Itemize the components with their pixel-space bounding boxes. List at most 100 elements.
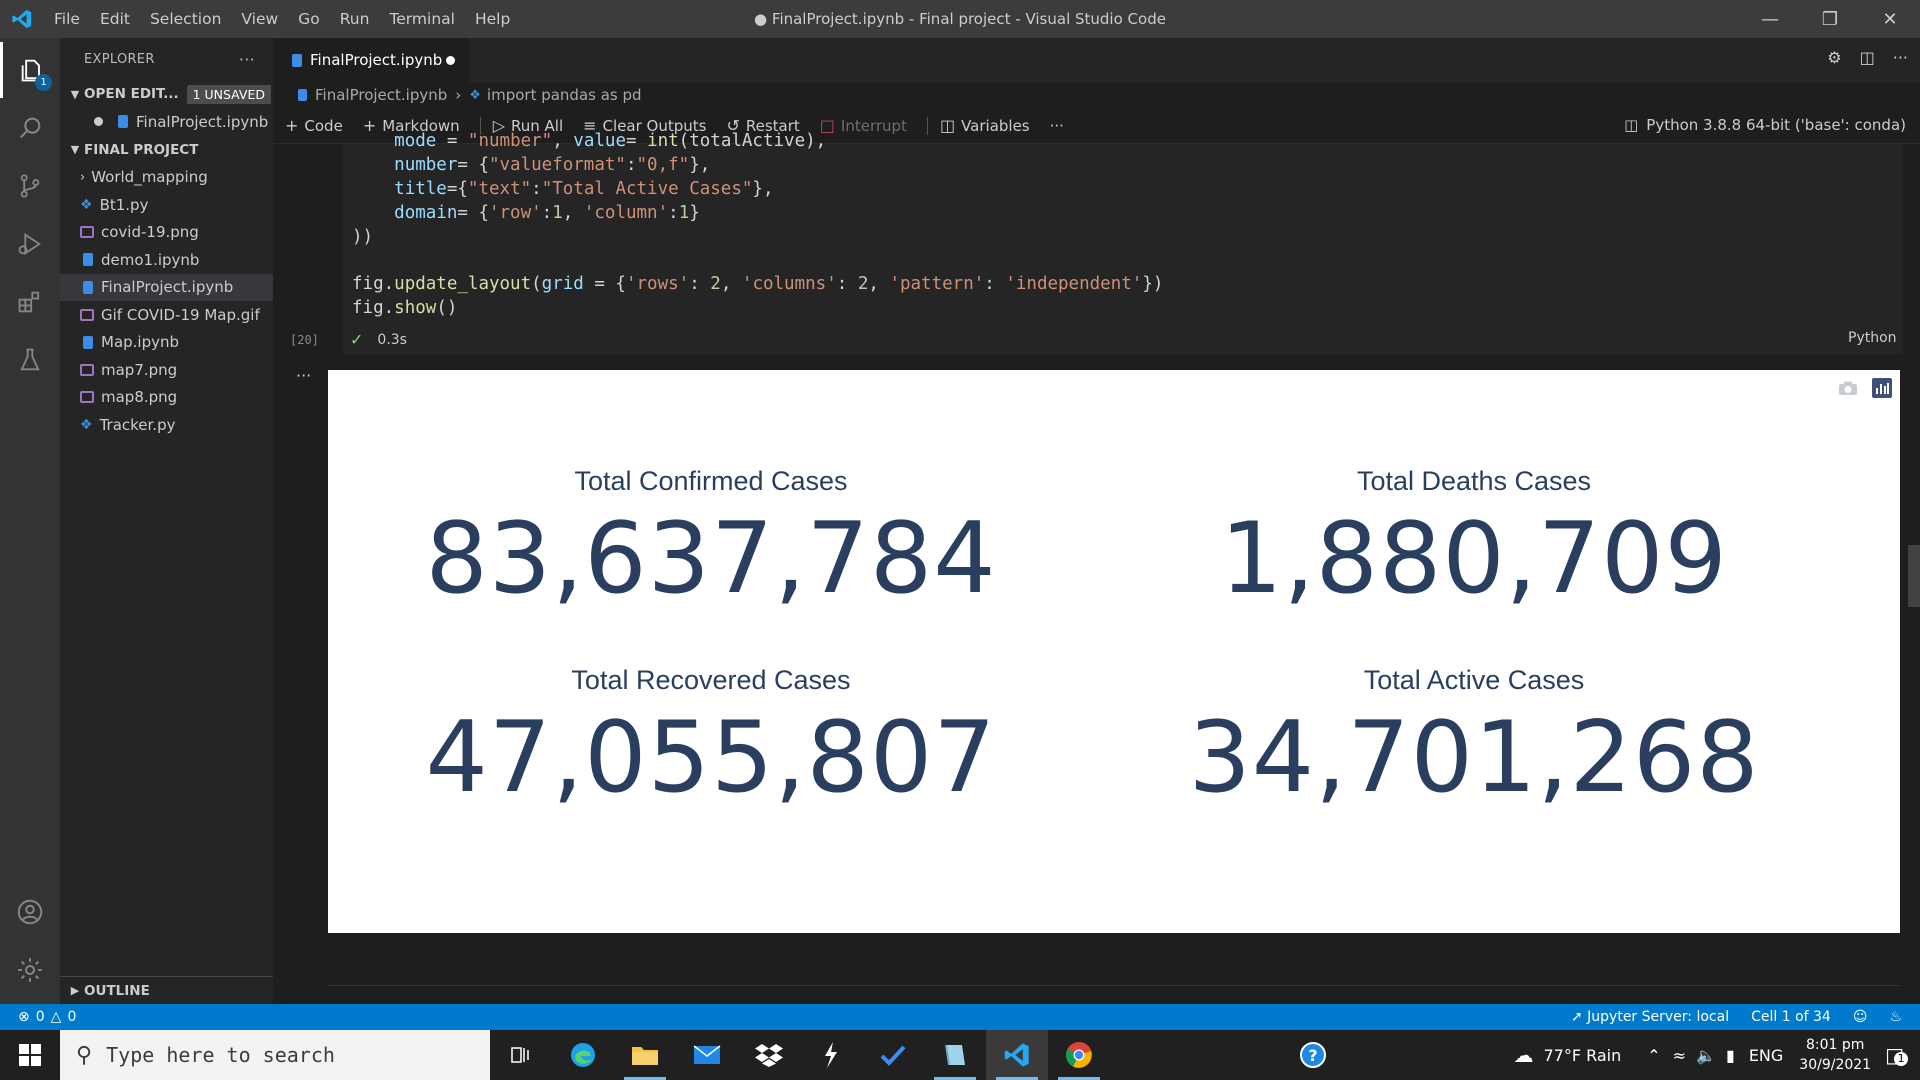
add-code-button[interactable]: + Code bbox=[285, 116, 343, 135]
edge-browser-icon[interactable] bbox=[552, 1030, 614, 1080]
file-tree-item[interactable]: Map.ipynb bbox=[60, 329, 273, 357]
menu-run[interactable]: Run bbox=[330, 10, 380, 28]
file-tree-item[interactable]: Gif COVID-19 Map.gif bbox=[60, 301, 273, 329]
weather-label[interactable]: 77°F Rain bbox=[1543, 1046, 1621, 1065]
window-controls: — ❐ ✕ bbox=[1740, 0, 1920, 38]
file-explorer-icon[interactable] bbox=[614, 1030, 676, 1080]
code-cell[interactable] bbox=[273, 144, 1920, 354]
project-section[interactable]: ▼ FINAL PROJECT bbox=[60, 136, 273, 164]
output-more-icon[interactable]: ··· bbox=[296, 366, 311, 385]
notes-app-icon[interactable] bbox=[924, 1030, 986, 1080]
vscode-logo-icon bbox=[0, 0, 44, 38]
tab-finalproject[interactable]: FinalProject.ipynb bbox=[273, 38, 469, 82]
volume-icon[interactable]: 🔈 bbox=[1696, 1046, 1716, 1065]
open-editor-item[interactable]: FinalProject.ipynb bbox=[60, 108, 273, 136]
code-cell-editor[interactable] bbox=[343, 144, 1903, 354]
accounts-icon[interactable] bbox=[0, 884, 60, 940]
menu-help[interactable]: Help bbox=[465, 10, 520, 28]
cell-position[interactable]: Cell 1 of 34 bbox=[1751, 1009, 1831, 1025]
file-tree-item[interactable]: covid-19.png bbox=[60, 219, 273, 247]
windows-start-icon[interactable] bbox=[0, 1030, 60, 1080]
menu-file[interactable]: File bbox=[44, 10, 90, 28]
help-icon[interactable]: ? bbox=[1282, 1030, 1344, 1080]
source-control-icon[interactable] bbox=[0, 158, 60, 214]
task-view-icon[interactable] bbox=[490, 1030, 552, 1080]
search-icon[interactable] bbox=[0, 100, 60, 156]
success-check-icon: ✓ bbox=[350, 330, 364, 349]
settings-gear-icon[interactable]: ⚙ bbox=[1827, 48, 1841, 67]
file-tree-item[interactable]: ❖ Tracker.py bbox=[60, 411, 273, 439]
variables-button[interactable]: ◫ Variables bbox=[940, 116, 1030, 135]
run-debug-icon[interactable] bbox=[0, 216, 60, 272]
file-tree-item[interactable]: map8.png bbox=[60, 384, 273, 412]
file-tree-label: Bt1.py bbox=[99, 195, 149, 214]
dropbox-icon[interactable] bbox=[738, 1030, 800, 1080]
breadcrumb-file[interactable]: FinalProject.ipynb bbox=[315, 86, 447, 104]
minimize-icon[interactable]: — bbox=[1740, 0, 1800, 38]
file-tree-item[interactable]: map7.png bbox=[60, 356, 273, 384]
system-tray: ☁ 77°F Rain ⌃ ≈ 🔈 ▮ ENG 8:01 pm 30/9/202… bbox=[1513, 1035, 1920, 1075]
cell-language[interactable]: Python bbox=[1848, 330, 1897, 346]
network-icon[interactable]: ≈ bbox=[1673, 1046, 1686, 1065]
restore-icon[interactable]: ❐ bbox=[1800, 0, 1860, 38]
camera-icon[interactable] bbox=[1838, 380, 1858, 396]
problems-indicator[interactable]: ⊗ 0 △ 0 bbox=[0, 1009, 76, 1025]
menu-edit[interactable]: Edit bbox=[90, 10, 140, 28]
battery-icon[interactable]: ▮ bbox=[1726, 1046, 1735, 1065]
vscode-taskbar-icon[interactable] bbox=[986, 1030, 1048, 1080]
weather-rain-icon[interactable]: ☁ bbox=[1513, 1043, 1533, 1067]
menu-go[interactable]: Go bbox=[288, 10, 330, 28]
interrupt-button[interactable]: □ Interrupt bbox=[820, 116, 907, 135]
file-tree-item[interactable]: FinalProject.ipynb bbox=[60, 273, 273, 301]
toolbar-more-icon[interactable]: ··· bbox=[1050, 117, 1064, 135]
file-tree-item[interactable]: demo1.ipynb bbox=[60, 246, 273, 274]
editor-scrollbar[interactable] bbox=[1908, 545, 1920, 607]
language-indicator[interactable]: ENG bbox=[1749, 1046, 1783, 1065]
feedback-icon[interactable]: ☺ bbox=[1853, 1009, 1868, 1025]
extensions-icon[interactable] bbox=[0, 274, 60, 330]
mail-icon[interactable] bbox=[676, 1030, 738, 1080]
plotly-output[interactable]: Total Confirmed Cases 83,637,784 Total D… bbox=[328, 370, 1900, 933]
breadcrumb-cell[interactable]: import pandas as pd bbox=[487, 86, 642, 104]
kernel-picker[interactable]: ◫ Python 3.8.8 64-bit ('base': conda) bbox=[1624, 116, 1906, 134]
image-file-icon bbox=[80, 308, 94, 321]
clock-date: 30/9/2021 bbox=[1799, 1057, 1872, 1073]
manage-gear-icon[interactable] bbox=[0, 942, 60, 998]
file-tree-item[interactable]: ❖ Bt1.py bbox=[60, 191, 273, 219]
variables-label: Variables bbox=[961, 116, 1030, 135]
code-line: fig.show() bbox=[352, 298, 458, 318]
editor-tabs: FinalProject.ipynb ⚙ ◫ ··· bbox=[273, 38, 1920, 82]
menu-view[interactable]: View bbox=[231, 10, 288, 28]
testing-icon[interactable] bbox=[0, 332, 60, 388]
chevron-up-icon[interactable]: ⌃ bbox=[1647, 1046, 1660, 1065]
image-file-icon bbox=[80, 363, 94, 376]
close-icon[interactable]: ✕ bbox=[1860, 0, 1920, 38]
outline-section[interactable]: ▶ OUTLINE bbox=[60, 976, 273, 1004]
unsaved-badge: 1 UNSAVED bbox=[186, 84, 271, 104]
explorer-icon[interactable]: 1 bbox=[0, 42, 60, 98]
split-editor-icon[interactable]: ◫ bbox=[1860, 48, 1875, 67]
indicator-value: 47,055,807 bbox=[425, 701, 997, 815]
file-tree-item[interactable]: › World_mapping bbox=[60, 164, 273, 192]
open-editors-section[interactable]: ▼ OPEN EDIT... 1 UNSAVED bbox=[60, 80, 273, 108]
unsaved-dot-icon[interactable] bbox=[94, 117, 103, 127]
modified-dot-icon[interactable] bbox=[446, 55, 455, 65]
indicator-value: 83,637,784 bbox=[425, 502, 997, 616]
menu-selection[interactable]: Selection bbox=[140, 10, 231, 28]
menu-terminal[interactable]: Terminal bbox=[379, 10, 465, 28]
file-tree-label: demo1.ipynb bbox=[101, 250, 200, 269]
code-line: title={"text":"Total Active Cases"}, bbox=[394, 179, 774, 199]
more-actions-icon[interactable]: ··· bbox=[239, 50, 255, 69]
todo-check-icon[interactable] bbox=[862, 1030, 924, 1080]
chrome-icon[interactable] bbox=[1048, 1030, 1110, 1080]
notifications-bell-icon[interactable]: ♨ bbox=[1889, 1009, 1902, 1025]
app-bolt-icon[interactable] bbox=[800, 1030, 862, 1080]
jupyter-server-status[interactable]: ➚ Jupyter Server: local bbox=[1571, 1009, 1729, 1025]
indicator-title: Total Deaths Cases bbox=[1356, 466, 1592, 496]
clock[interactable]: 8:01 pm 30/9/2021 bbox=[1799, 1035, 1871, 1075]
taskbar-search-input[interactable]: ⚲ Type here to search bbox=[60, 1030, 490, 1080]
action-center-icon[interactable]: □1 bbox=[1885, 1043, 1909, 1067]
chevron-right-icon: › bbox=[455, 86, 462, 104]
more-actions-icon[interactable]: ··· bbox=[1893, 48, 1908, 67]
plotly-logo-icon[interactable] bbox=[1872, 378, 1892, 398]
